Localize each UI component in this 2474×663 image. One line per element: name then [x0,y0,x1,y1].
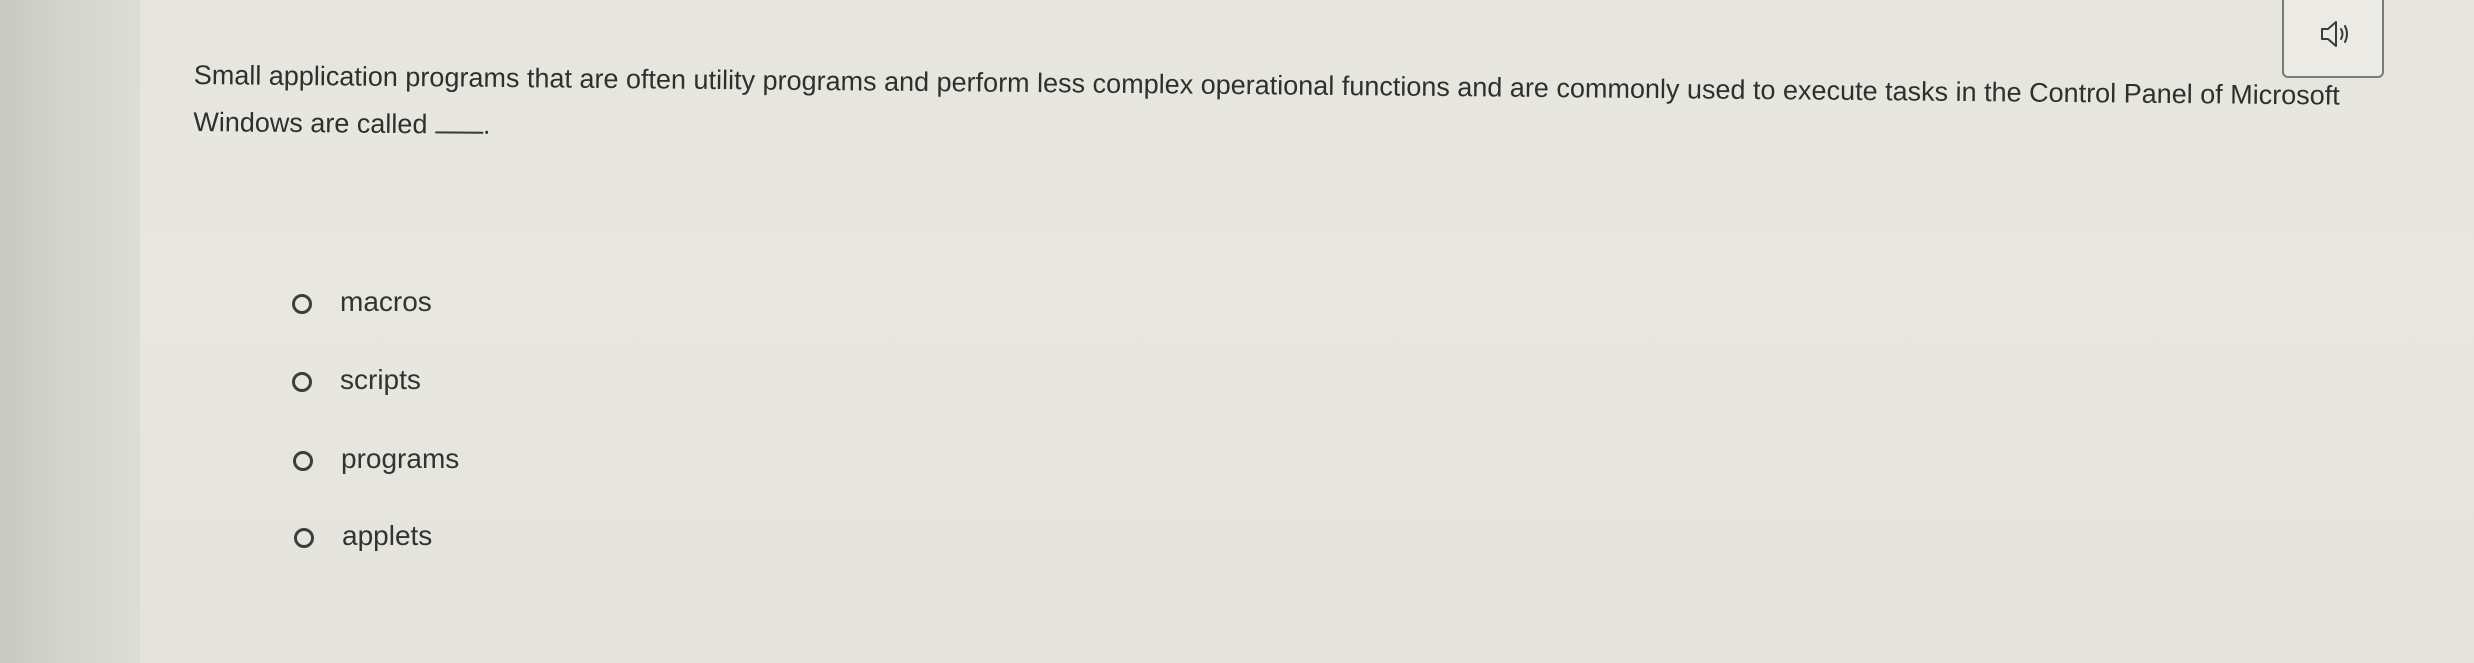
left-bezel [0,0,140,663]
radio-button[interactable] [294,528,314,548]
radio-button[interactable] [292,294,312,314]
option-label: programs [341,443,460,474]
option-label: macros [340,286,432,317]
option-label: scripts [340,364,421,395]
option-label: applets [342,520,433,551]
radio-button[interactable] [292,372,312,392]
answer-blank [434,109,484,134]
radio-button[interactable] [293,451,313,471]
speaker-icon [2321,21,2348,47]
question-end: . [482,109,491,140]
question-body: Small application programs that are ofte… [193,59,2340,140]
read-aloud-button[interactable] [2282,0,2384,78]
